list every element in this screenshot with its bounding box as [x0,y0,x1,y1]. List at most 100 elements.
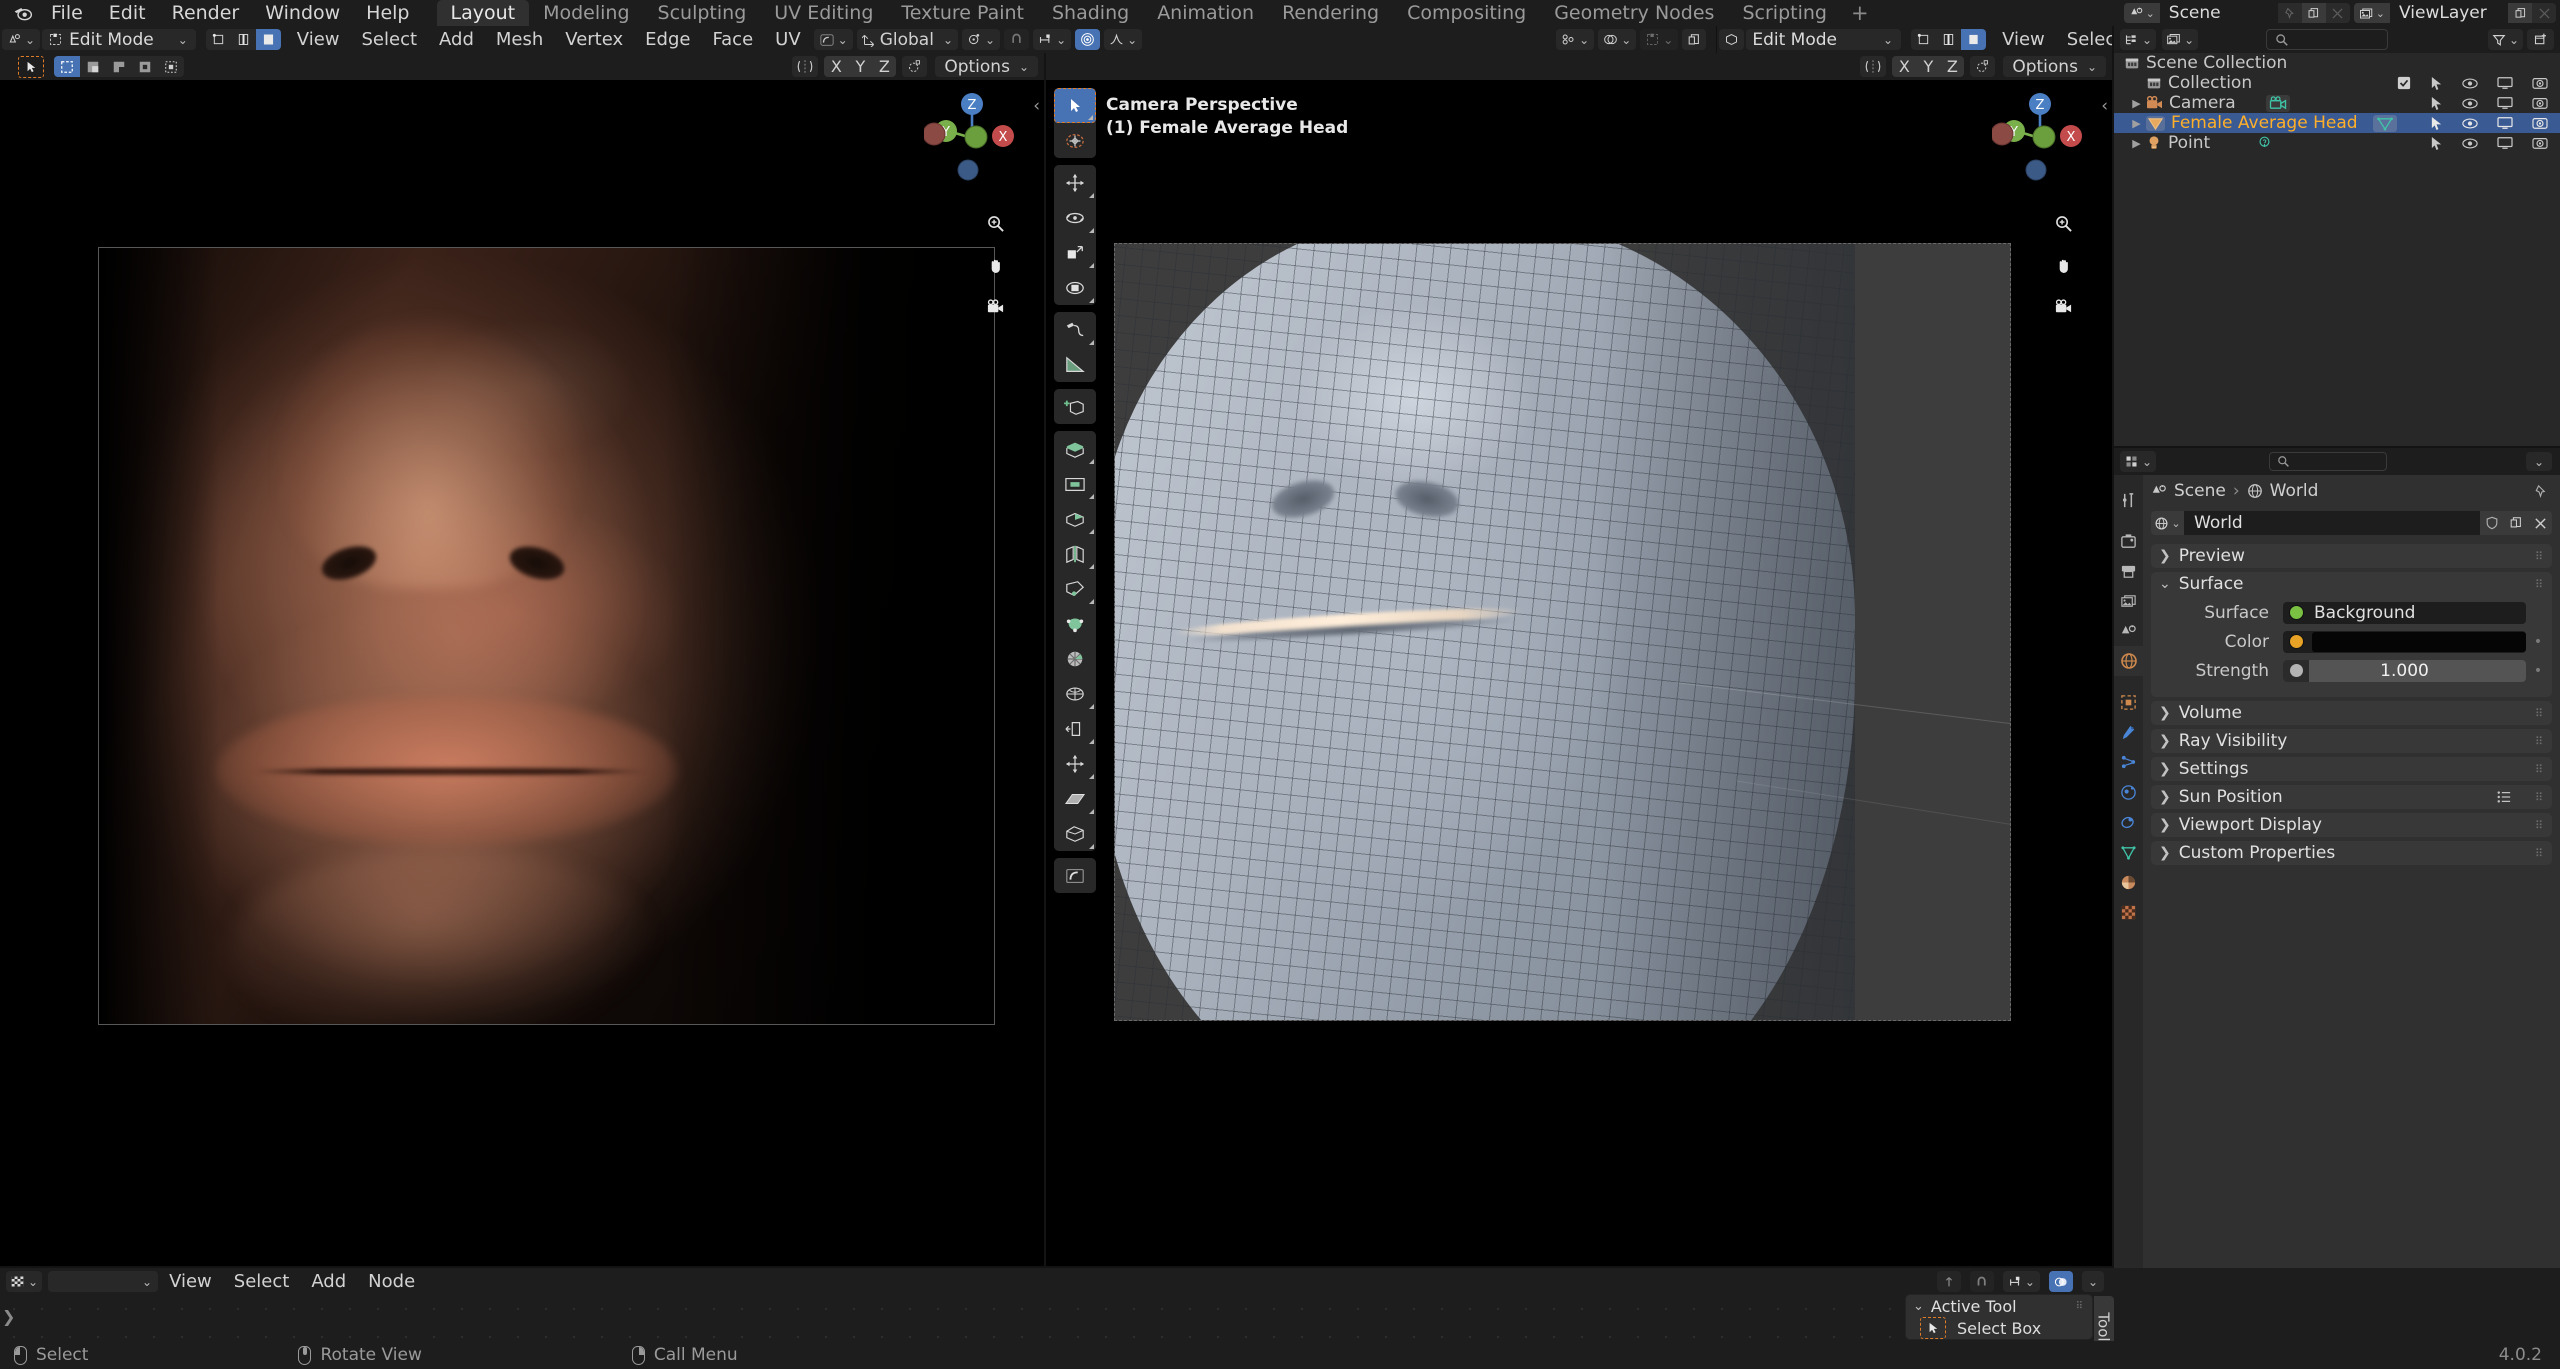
material-tab[interactable] [2114,867,2143,897]
camera-icon[interactable] [2532,116,2548,130]
tab-uv-editing[interactable]: UV Editing [760,0,887,26]
overlay-toggle-icon-node[interactable] [2049,1271,2073,1292]
eye-icon[interactable] [2462,97,2478,110]
sidebar-collapse-arrow-left[interactable]: ‹ [1033,96,1040,116]
active-tool-row[interactable]: Select Box [1906,1317,2092,1339]
editor-type-selector-right[interactable] [1719,29,1744,50]
camera-icon[interactable] [2532,96,2548,110]
proportional-falloff-icon[interactable]: ⌄ [1104,29,1142,50]
tab-scripting[interactable]: Scripting [1728,0,1841,26]
extrude-region-tool-icon[interactable] [1054,431,1096,466]
tab-sculpting[interactable]: Sculpting [644,0,761,26]
right-menu-view[interactable]: View [1991,26,2056,53]
camera-icon[interactable] [2532,136,2548,150]
node-menu-node[interactable]: Node [357,1268,426,1295]
hand-pan-icon-right[interactable] [2048,250,2078,280]
snap-target-icon[interactable]: ⌄ [1033,29,1071,50]
new-viewlayer-icon[interactable] [2508,3,2532,23]
transform-orientation-left[interactable]: Global ⌄ [857,29,958,50]
scene-tab[interactable] [2114,616,2143,646]
texture-tab[interactable] [2114,897,2143,927]
properties-options-dropdown[interactable]: ⌄ [2526,452,2552,471]
panel-viewport-display-header[interactable]: ❯ Viewport Display ⠿ [2151,813,2552,837]
left-menu-edge[interactable]: Edge [634,26,701,53]
outliner-row-point[interactable]: ▶ Point [2114,133,2560,153]
outliner-search-input[interactable] [2266,29,2388,50]
smooth-tool-icon[interactable] [1054,676,1096,711]
axis-x-button-right[interactable]: X [1892,56,1916,77]
axis-y-button-right[interactable]: Y [1916,56,1940,77]
tweak-tool-icon-v3[interactable] [1054,88,1096,123]
node-menu-select[interactable]: Select [223,1268,301,1295]
menu-window[interactable]: Window [252,0,353,26]
panel-settings-header[interactable]: ❯ Settings ⠿ [2151,757,2552,781]
rotate-tool-icon[interactable] [1054,200,1096,235]
axis-x-button[interactable]: X [824,56,848,77]
camera-view-icon[interactable] [980,292,1010,322]
color-swatch-field[interactable] [2283,631,2526,653]
tab-layout[interactable]: Layout [437,0,530,26]
tweak-tool-icon[interactable] [18,56,44,78]
breadcrumb-world[interactable]: World [2270,481,2319,501]
annotate-tool-icon[interactable] [1054,312,1096,347]
surface-shader-dropdown[interactable]: Background [2283,602,2526,624]
menu-edit[interactable]: Edit [96,0,159,26]
properties-search-input[interactable] [2269,452,2387,471]
pin-scene-icon[interactable] [2278,3,2302,23]
breadcrumb-scene[interactable]: Scene [2174,481,2226,501]
filter-funnel-icon[interactable]: ⌄ [2488,29,2523,50]
scene-selector[interactable]: ⌄ Scene [2124,3,2350,23]
snap-target-icon-node[interactable]: ⌄ [2003,1271,2040,1292]
add-workspace-button[interactable]: + [1841,0,1879,26]
divider-outliner-properties[interactable] [2114,446,2560,448]
snap-magnet-icon[interactable] [1004,29,1029,50]
overlay-dropdown-node[interactable]: ⌄ [2082,1271,2104,1292]
uv-sync-toggle-icon-right[interactable] [1860,56,1886,77]
new-collection-icon[interactable] [2527,29,2554,50]
zoom-icon-right[interactable] [2048,208,2078,238]
monitor-icon[interactable] [2497,96,2513,110]
node-menu-view[interactable]: View [158,1268,223,1295]
proportional-editing-icon[interactable] [1075,29,1100,50]
constraints-tab[interactable] [2114,807,2143,837]
outliner-row-female-average-head[interactable]: ▶ Female Average Head [2114,113,2560,133]
panel-preview-header[interactable]: ❯ Preview ⠿ [2151,544,2552,568]
navigation-gizmo-left[interactable]: Z Y X [924,90,1020,186]
overlay-toggle-icon[interactable]: ⌄ [1598,29,1636,50]
physics-tab[interactable] [2114,777,2143,807]
world-datablock-selector[interactable]: ⌄ [2151,511,2184,535]
light-data-icon[interactable] [2256,135,2273,151]
cursor-tool-icon[interactable] [1054,123,1096,158]
tab-compositing[interactable]: Compositing [1393,0,1540,26]
poly-build-tool-icon[interactable] [1054,606,1096,641]
menu-file[interactable]: File [38,0,96,26]
vertex-select-icon-right[interactable] [1911,29,1936,50]
select-extend-icon[interactable] [80,56,106,77]
move-tool-icon[interactable] [1054,165,1096,200]
options-dropdown-right[interactable]: Options ⌄ [2003,56,2106,77]
navigation-gizmo-right[interactable]: Z Y X [1992,90,2088,186]
checkbox-icon[interactable] [2397,76,2411,90]
inset-faces-tool-icon[interactable] [1054,466,1096,501]
edge-select-icon[interactable] [231,29,256,50]
cursor-icon[interactable] [2430,116,2443,131]
pin-id-icon[interactable] [2533,484,2548,499]
eye-icon[interactable] [2462,137,2478,150]
monitor-icon[interactable] [2497,76,2513,90]
axis-z-button-right[interactable]: Z [1940,56,1964,77]
hand-pan-icon[interactable] [980,250,1010,280]
left-menu-uv[interactable]: UV [764,26,812,53]
left-menu-add[interactable]: Add [428,26,485,53]
correct-uv-icon[interactable] [902,56,927,77]
tab-geometry-nodes[interactable]: Geometry Nodes [1540,0,1728,26]
tab-modeling[interactable]: Modeling [529,0,643,26]
left-menu-mesh[interactable]: Mesh [485,26,554,53]
view-layer-tab[interactable] [2114,586,2143,616]
node-editor-canvas[interactable]: ❯ [0,1295,2114,1341]
zoom-icon[interactable] [980,208,1010,238]
eye-icon[interactable] [2462,77,2478,90]
cursor-icon[interactable] [2430,136,2443,151]
monitor-icon[interactable] [2497,116,2513,130]
face-select-icon[interactable] [256,29,281,50]
node-menu-add[interactable]: Add [300,1268,357,1295]
